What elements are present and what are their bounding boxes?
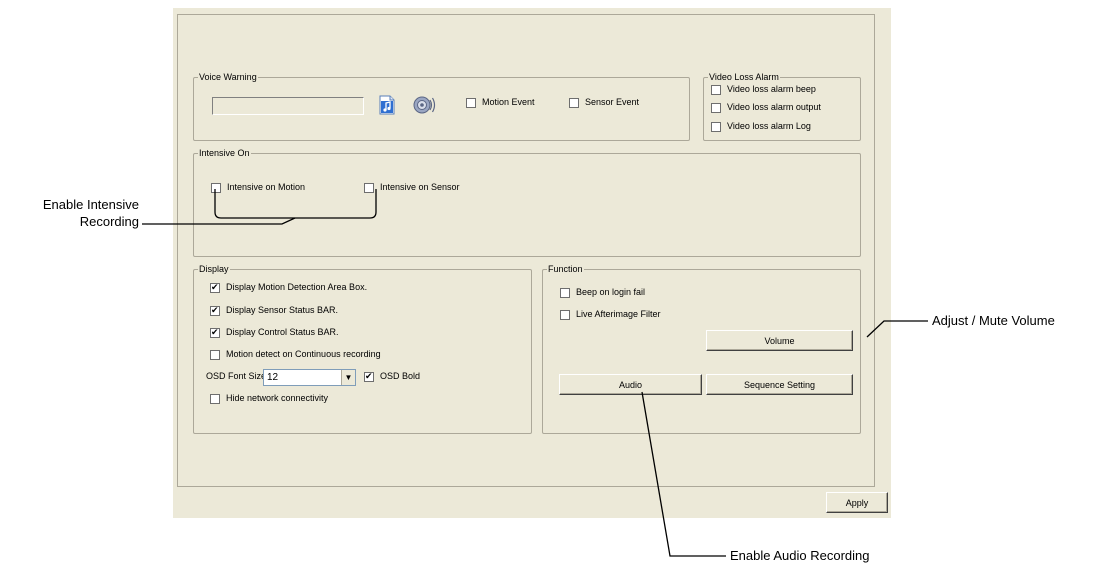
volume-callout: Adjust / Mute Volume bbox=[932, 313, 1055, 328]
intensive-callout: Enable Intensive Recording bbox=[12, 196, 139, 230]
volume-pointer bbox=[866, 320, 928, 338]
intensive-callout-line2: Recording bbox=[79, 214, 139, 229]
callout-lines bbox=[142, 189, 928, 557]
intensive-callout-line1: Enable Intensive bbox=[42, 197, 139, 212]
audio-pointer bbox=[641, 391, 726, 557]
intensive-pointer bbox=[142, 217, 296, 225]
intensive-bracket bbox=[214, 189, 377, 219]
audio-callout: Enable Audio Recording bbox=[730, 548, 870, 563]
